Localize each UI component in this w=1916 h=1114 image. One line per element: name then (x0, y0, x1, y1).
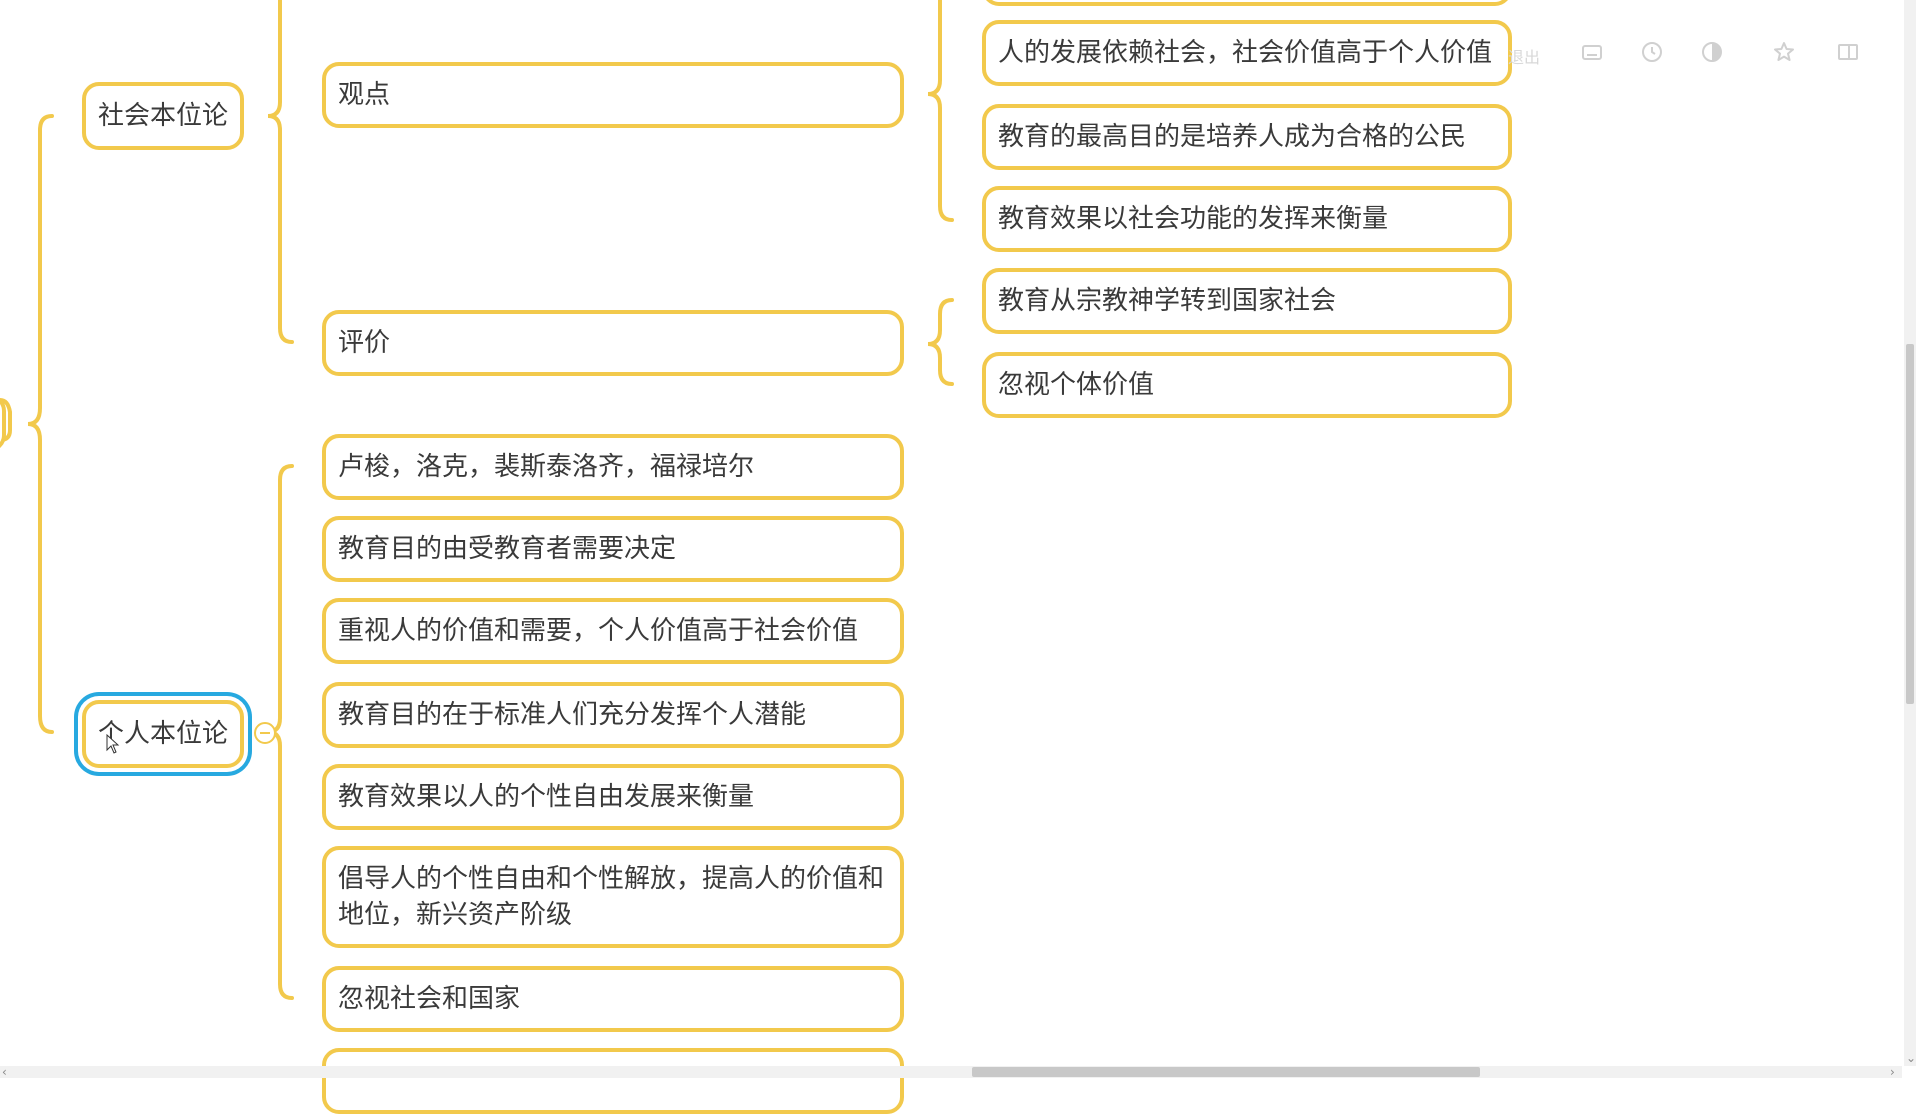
node-viewpoint-item[interactable]: 人的发展依赖社会，社会价值高于个人价值 (982, 20, 1512, 86)
node-label: 忽视个体价值 (998, 370, 1155, 400)
mindmap-canvas[interactable]: 社会本位论 观点 人的发展依赖社会，社会价值高于个人价值 教育的最高目的是培养人… (0, 0, 1916, 1114)
node-label: 倡导人的个性自由和个性解放，提高人的价值和地位，新兴资产阶级 (338, 864, 885, 930)
node-label: 社会本位论 (98, 101, 229, 131)
node-individual-item[interactable]: 卢梭，洛克，裴斯泰洛齐，福禄培尔 (322, 434, 904, 500)
scroll-right-arrow-icon[interactable]: › (1890, 1066, 1895, 1078)
node-label: 人的发展依赖社会，社会价值高于个人价值 (998, 38, 1493, 68)
node-viewpoint-item[interactable]: 教育效果以社会功能的发挥来衡量 (982, 186, 1512, 252)
node-label: 卢梭，洛克，裴斯泰洛齐，福禄培尔 (338, 452, 755, 482)
node-evaluation-item[interactable]: 忽视个体价值 (982, 352, 1512, 418)
node-evaluation[interactable]: 评价 (322, 310, 904, 376)
node-viewpoint[interactable]: 观点 (322, 62, 904, 128)
node-label: 观点 (338, 80, 391, 110)
node-social-standard[interactable]: 社会本位论 (82, 82, 244, 150)
split-view-icon[interactable] (1836, 40, 1860, 64)
node-label: 忽视社会和国家 (338, 984, 521, 1014)
node-viewpoint-partial[interactable] (982, 0, 1512, 6)
evaluation-brace (927, 298, 954, 386)
node-individual-item[interactable]: 教育效果以人的个性自由发展来衡量 (322, 764, 904, 830)
viewpoint-brace (927, 0, 954, 222)
node-viewpoint-item[interactable]: 教育的最高目的是培养人成为合格的公民 (982, 104, 1512, 170)
node-label: 教育效果以人的个性自由发展来衡量 (338, 782, 755, 812)
social-brace (267, 0, 294, 344)
scroll-left-arrow-icon[interactable]: ‹ (2, 1066, 7, 1078)
clock-icon[interactable] (1640, 40, 1664, 64)
collapse-toggle-icon[interactable] (254, 722, 276, 744)
node-label: 评价 (338, 328, 391, 358)
scroll-down-arrow-icon[interactable]: ⌄ (1906, 1052, 1916, 1064)
node-individual-item[interactable]: 重视人的价值和需要，个人价值高于社会价值 (322, 598, 904, 664)
node-individual-item-partial[interactable] (322, 1048, 904, 1114)
horizontal-scrollbar[interactable] (0, 1066, 1902, 1078)
node-individual-item[interactable]: 教育目的由受教育者需要决定 (322, 516, 904, 582)
node-individual-item[interactable]: 倡导人的个性自由和个性解放，提高人的价值和地位，新兴资产阶级 (322, 846, 904, 948)
vertical-scrollbar-thumb[interactable] (1906, 344, 1914, 704)
node-label: 教育效果以社会功能的发挥来衡量 (998, 204, 1389, 234)
node-individual-item[interactable]: 教育目的在于标准人们充分发挥个人潜能 (322, 682, 904, 748)
node-evaluation-item[interactable]: 教育从宗教神学转到国家社会 (982, 268, 1512, 334)
node-label: 教育目的由受教育者需要决定 (338, 534, 677, 564)
node-label: 教育从宗教神学转到国家社会 (998, 286, 1337, 316)
level1-brace (27, 114, 54, 734)
node-label: 教育目的在于标准人们充分发挥个人潜能 (338, 700, 807, 730)
exit-button[interactable]: 退出 (1508, 44, 1540, 68)
node-label: 重视人的价值和需要，个人价值高于社会价值 (338, 616, 859, 646)
horizontal-scrollbar-thumb[interactable] (972, 1067, 1480, 1077)
star-icon[interactable] (1772, 40, 1796, 64)
mouse-cursor-icon (106, 734, 120, 754)
connector-lines (0, 0, 954, 1000)
node-label: 教育的最高目的是培养人成为合格的公民 (998, 122, 1467, 152)
contrast-icon[interactable] (1700, 40, 1724, 64)
keyboard-icon[interactable] (1580, 40, 1604, 64)
node-individual-item[interactable]: 忽视社会和国家 (322, 966, 904, 1032)
